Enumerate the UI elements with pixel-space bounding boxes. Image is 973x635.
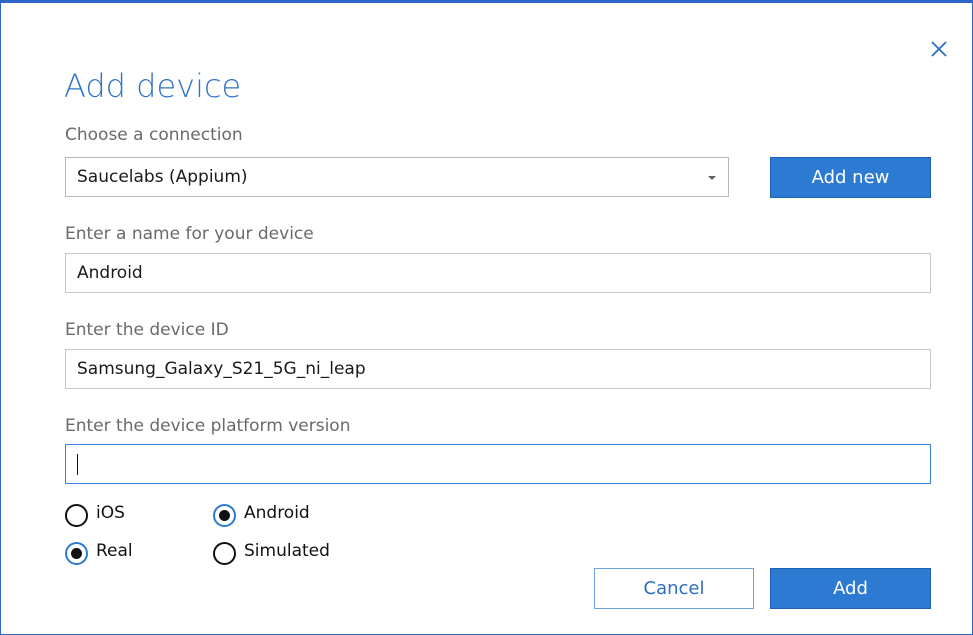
close-icon-glyph [931, 41, 947, 57]
radio-ios-label: iOS [96, 503, 125, 523]
radio-simulated[interactable]: Simulated [213, 541, 363, 570]
connection-select-value: Saucelabs (Appium) [77, 167, 248, 187]
radio-android-circle [213, 504, 236, 527]
device-id-input[interactable]: Samsung_Galaxy_S21_5G_ni_leap [65, 349, 931, 389]
radio-android-label: Android [244, 503, 310, 523]
radio-ios-circle [65, 504, 88, 527]
radio-real-dot [71, 548, 82, 559]
radio-simulated-label: Simulated [244, 541, 330, 561]
radio-real[interactable]: Real [65, 541, 155, 570]
platform-version-input[interactable] [65, 444, 931, 484]
device-name-label: Enter a name for your device [65, 224, 314, 244]
radio-simulated-circle [213, 542, 236, 565]
radio-android-dot [219, 510, 230, 521]
device-id-label: Enter the device ID [65, 320, 229, 340]
connection-select[interactable]: Saucelabs (Appium) [65, 157, 729, 197]
add-device-dialog: Add device Choose a connection Saucelabs… [0, 0, 973, 635]
add-button[interactable]: Add [770, 568, 931, 609]
dialog-title: Add device [64, 67, 242, 105]
cancel-button[interactable]: Cancel [594, 568, 754, 609]
radio-real-circle [65, 542, 88, 565]
connection-label: Choose a connection [65, 125, 243, 145]
chevron-down-icon [708, 176, 716, 180]
platform-version-label: Enter the device platform version [65, 416, 351, 436]
text-cursor [77, 454, 78, 475]
radio-ios[interactable]: iOS [65, 503, 145, 532]
add-new-button[interactable]: Add new [770, 157, 931, 198]
device-id-value: Samsung_Galaxy_S21_5G_ni_leap [77, 359, 366, 379]
device-name-input[interactable]: Android [65, 253, 931, 293]
close-icon[interactable] [927, 37, 951, 61]
radio-android[interactable]: Android [213, 503, 343, 532]
device-name-value: Android [77, 263, 143, 283]
radio-real-label: Real [96, 541, 133, 561]
